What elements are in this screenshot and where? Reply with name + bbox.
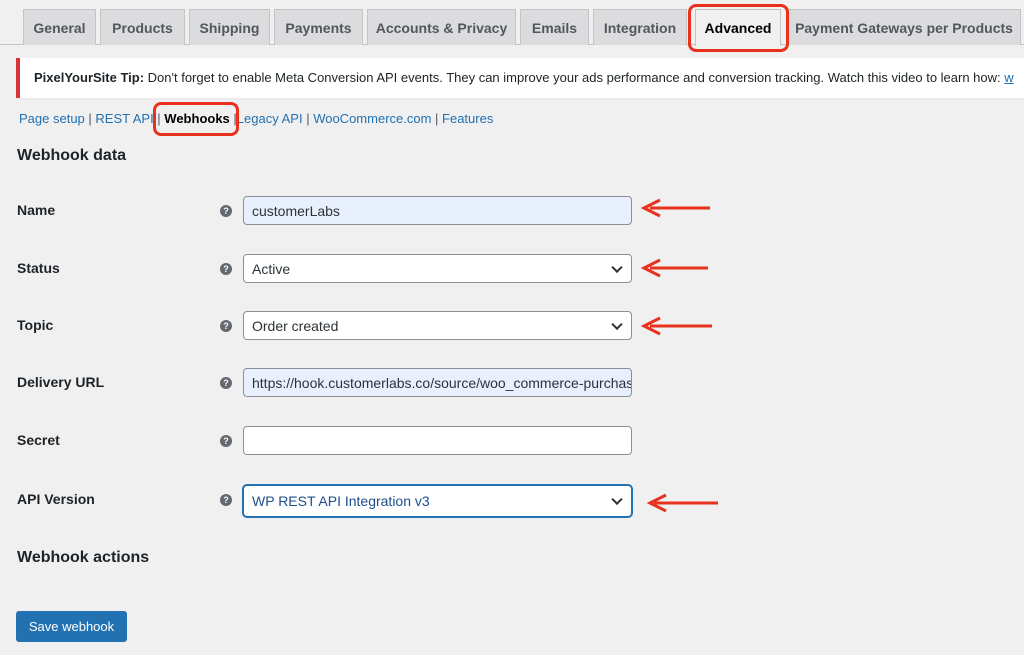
help-icon[interactable]: ? (220, 320, 232, 332)
name-field[interactable]: customerLabs (243, 196, 632, 225)
tab-shipping[interactable]: Shipping (189, 9, 270, 45)
delivery-url-field[interactable]: https://hook.customerlabs.co/source/woo_… (243, 368, 632, 397)
secret-label: Secret (17, 432, 60, 448)
help-icon[interactable]: ? (220, 205, 232, 217)
arrow-icon (640, 258, 708, 278)
api-version-select[interactable]: WP REST API Integration v3 (243, 485, 632, 517)
tab-accounts-privacy[interactable]: Accounts & Privacy (367, 9, 516, 45)
subnav-features[interactable]: Features (442, 111, 493, 126)
arrow-icon (646, 493, 718, 513)
settings-tabs: General Products Shipping Payments Accou… (0, 0, 1024, 46)
status-select[interactable]: Active (243, 254, 632, 283)
tab-products[interactable]: Products (100, 9, 185, 45)
tab-emails[interactable]: Emails (520, 9, 589, 45)
subnav-separator: | (153, 111, 165, 126)
advanced-subnav: Page setup | REST API | Webhooks |Legacy… (19, 109, 493, 129)
help-icon[interactable]: ? (220, 435, 232, 447)
status-label: Status (17, 260, 60, 276)
topic-select-value: Order created (252, 317, 339, 334)
subnav-woocommerce-com[interactable]: WooCommerce.com (313, 111, 431, 126)
subnav-separator: | (84, 111, 96, 126)
api-version-label: API Version (17, 491, 95, 507)
tab-payment-gateways-per-products[interactable]: Payment Gateways per Products (787, 9, 1021, 45)
subnav-separator: | (302, 111, 314, 126)
help-icon[interactable]: ? (220, 263, 232, 275)
tab-payments[interactable]: Payments (274, 9, 363, 45)
notice-title: PixelYourSite Tip: (34, 70, 145, 85)
api-version-select-value: WP REST API Integration v3 (252, 493, 430, 509)
delivery-url-label: Delivery URL (17, 374, 105, 390)
tab-advanced[interactable]: Advanced (695, 9, 781, 46)
subnav-rest-api[interactable]: REST API (95, 111, 153, 126)
status-select-value: Active (252, 260, 291, 277)
webhook-actions-heading: Webhook actions (17, 549, 150, 566)
subnav-separator: | (229, 111, 237, 126)
name-label: Name (17, 202, 56, 218)
topic-label: Topic (17, 317, 54, 333)
arrow-icon (640, 316, 712, 336)
subnav-webhooks[interactable]: Webhooks (164, 111, 230, 126)
subnav-separator: | (431, 111, 443, 126)
chevron-down-icon (611, 493, 623, 506)
tab-general[interactable]: General (23, 9, 96, 45)
help-icon[interactable]: ? (220, 377, 232, 389)
subnav-legacy-api[interactable]: Legacy API (237, 111, 303, 126)
tab-integration[interactable]: Integration (593, 9, 687, 45)
webhook-data-heading: Webhook data (17, 147, 127, 164)
help-icon[interactable]: ? (220, 494, 232, 506)
save-webhook-button[interactable]: Save webhook (16, 611, 127, 642)
notice-video-link[interactable]: w (1004, 70, 1013, 85)
chevron-down-icon (611, 261, 623, 273)
notice-text: Don't forget to enable Meta Conversion A… (144, 70, 1005, 85)
topic-select[interactable]: Order created (243, 311, 632, 340)
arrow-icon (640, 198, 710, 218)
subnav-page-setup[interactable]: Page setup (19, 111, 85, 126)
pixelyoursite-notice: PixelYourSite Tip: Don't forget to enabl… (16, 58, 1024, 98)
secret-field[interactable] (243, 426, 632, 455)
chevron-down-icon (611, 318, 623, 330)
